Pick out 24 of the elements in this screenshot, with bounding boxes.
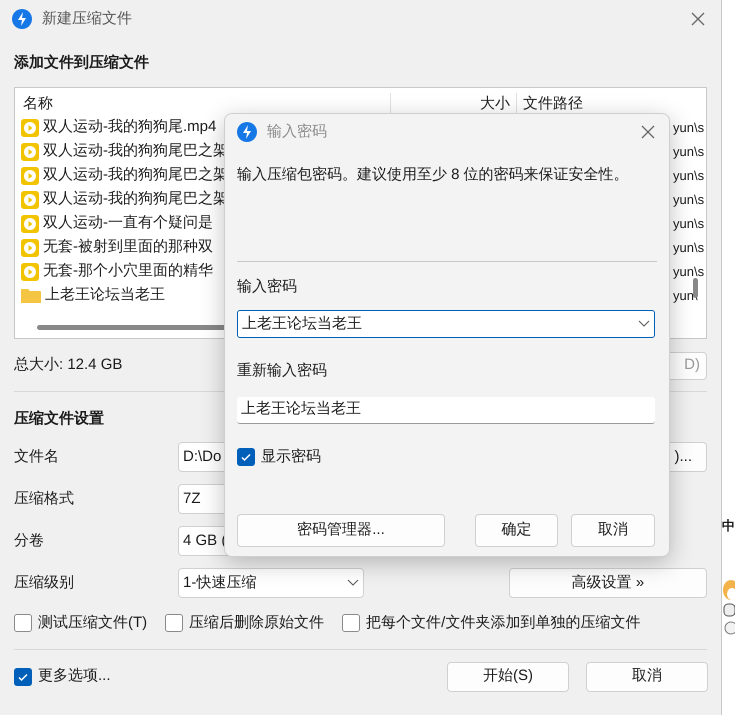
repeat-password-label: 重新输入密码 xyxy=(237,361,328,381)
path-cell-text: yun\s xyxy=(673,262,704,281)
path-cell-text: yun\s xyxy=(673,214,704,233)
field-label: 文件名 xyxy=(14,446,60,467)
path-cell-text: yun\s xyxy=(673,142,704,161)
option-label: 压缩后删除原始文件 xyxy=(189,613,324,633)
path-cell-text: yun\s xyxy=(673,190,704,209)
field-label: 分卷 xyxy=(14,530,45,551)
field-label: 压缩格式 xyxy=(14,488,75,509)
total-size: 总大小: 12.4 GB xyxy=(14,355,122,376)
more-options-label: 更多选项... xyxy=(38,666,111,686)
show-password-label: 显示密码 xyxy=(261,446,321,466)
window-title: 新建压缩文件 xyxy=(42,8,132,29)
password-label: 输入密码 xyxy=(237,276,298,296)
path-cell-text: yun\s xyxy=(673,238,704,257)
path-cell-text: yun\s xyxy=(673,118,704,137)
dialog-message: 输入压缩包密码。建议使用至少 8 位的密码来保证安全性。 xyxy=(237,165,630,185)
path-cell-text: yun\s xyxy=(673,166,704,185)
option-label: 把每个文件/文件夹添加到单独的压缩文件 xyxy=(366,613,640,633)
section-title: 添加文件到压缩文件 xyxy=(14,53,149,73)
field-label: 压缩级别 xyxy=(14,572,75,593)
dialog-title: 输入密码 xyxy=(267,122,327,142)
section-title: 压缩文件设置 xyxy=(14,408,104,428)
option-label: 测试压缩文件(T) xyxy=(38,613,148,633)
